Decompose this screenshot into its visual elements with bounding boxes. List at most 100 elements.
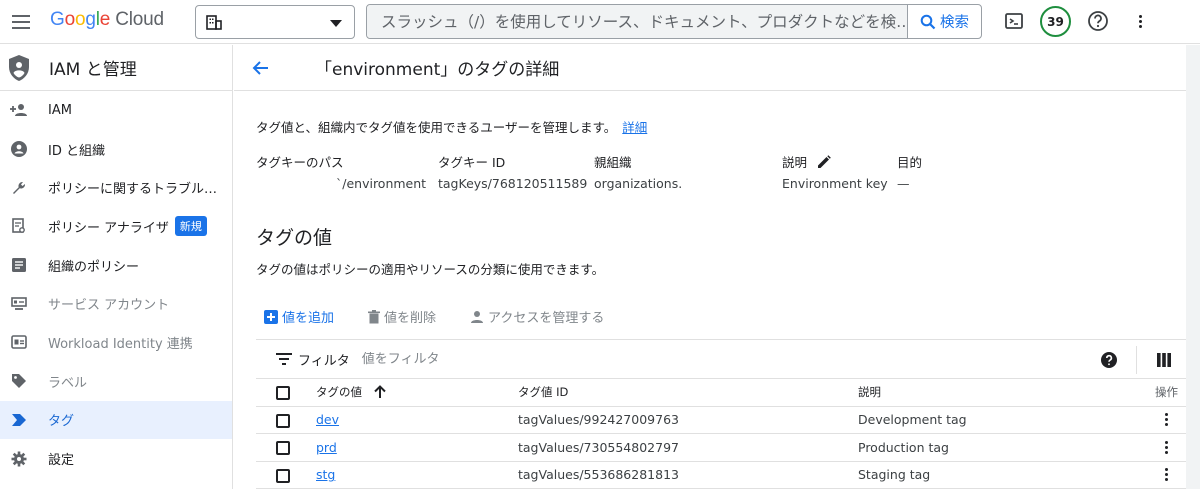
- person-add-icon: [10, 101, 28, 119]
- scrollbar[interactable]: [1186, 45, 1200, 489]
- filter-button[interactable]: フィルタ: [276, 350, 350, 369]
- google-cloud-logo[interactable]: Google Cloud: [50, 9, 164, 31]
- policy-analyzer-icon: [10, 217, 28, 235]
- tag-value-desc: Development tag: [858, 406, 1146, 434]
- sort-arrow-up-icon: [373, 385, 386, 399]
- table-row: dev tagValues/992427009763 Development tag: [256, 406, 1186, 434]
- sidebar-item-9[interactable]: 設定: [0, 439, 232, 478]
- table-header-row: タグの値 タグ値 ID 説明 操作: [256, 379, 1186, 407]
- row-checkbox[interactable]: [276, 468, 290, 483]
- sidebar-item-3[interactable]: ポリシー アナライザ 新規: [0, 207, 232, 246]
- project-selector[interactable]: [195, 5, 355, 39]
- sidebar-item-label: サービス アカウント: [48, 298, 170, 314]
- filter-input[interactable]: [361, 351, 862, 367]
- filter-list-icon: [276, 353, 292, 365]
- column-display-icon[interactable]: [1154, 350, 1174, 370]
- add-value-button[interactable]: 値を追加: [264, 307, 334, 326]
- top-bar: Google Cloud 検索 39: [0, 0, 1200, 44]
- search-icon: [920, 14, 936, 29]
- detail-purpose: 目的 —: [897, 155, 923, 191]
- table-row: prd tagValues/730554802797 Production tag: [256, 433, 1186, 462]
- section-description: タグの値はポリシーの適用やリソースの分類に使用できます。: [256, 262, 605, 277]
- sidebar-item-6[interactable]: Workload Identity 連携: [0, 323, 232, 362]
- account-circle-icon: [10, 140, 28, 158]
- search-box: 検索: [366, 4, 982, 39]
- row-more-vert-icon[interactable]: [1160, 468, 1172, 482]
- tag-icon: [10, 411, 28, 429]
- label-icon: [10, 372, 28, 390]
- column-header-id[interactable]: タグ値 ID: [518, 379, 858, 407]
- sidebar-item-8[interactable]: タグ: [0, 400, 232, 440]
- page-title: 「environment」のタグの詳細: [315, 60, 560, 80]
- row-checkbox[interactable]: [276, 413, 290, 428]
- article-icon: [10, 256, 28, 274]
- sidebar-item-2[interactable]: ポリシーに関するトラブル…: [0, 168, 232, 207]
- gear-icon: [10, 450, 28, 468]
- section-title: タグの値: [256, 227, 333, 249]
- table-row: stg tagValues/553686281813 Staging tag: [256, 461, 1186, 489]
- service-account-icon: [10, 295, 28, 313]
- column-header-value[interactable]: タグの値: [316, 379, 518, 407]
- sidebar: IAM と管理 IAM ID と組織 ポリシーに関するトラブル… ポリシー アナライザ…: [0, 45, 233, 489]
- detail-parent-org: 親組織 organizations.: [594, 155, 683, 191]
- sidebar-item-label: ID と組織: [48, 143, 105, 159]
- main-content: 「environment」のタグの詳細 タグ値と、組織内でタグ値を使用できるユー…: [234, 45, 1200, 489]
- row-more-vert-icon[interactable]: [1160, 413, 1172, 427]
- sidebar-item-label: 組織のポリシー: [48, 259, 140, 275]
- sidebar-item-label: ラベル: [48, 375, 88, 391]
- help-circle-icon[interactable]: [1099, 350, 1119, 370]
- detail-tag-key-id: タグキー ID tagKeys/768120511589: [438, 155, 588, 191]
- sidebar-item-0[interactable]: IAM: [0, 91, 232, 130]
- tag-value-id: tagValues/730554802797: [518, 433, 858, 462]
- sidebar-item-1[interactable]: ID と組織: [0, 130, 232, 169]
- menu-icon[interactable]: [10, 11, 32, 33]
- person-icon: [471, 310, 484, 323]
- tag-value-desc: Production tag: [858, 433, 1146, 462]
- sidebar-header: IAM と管理: [0, 45, 232, 91]
- new-badge: 新規: [174, 216, 207, 237]
- tag-value-id: tagValues/553686281813: [518, 461, 858, 489]
- tag-values-table: タグの値 タグ値 ID 説明 操作 dev tagValues/992427009…: [256, 379, 1186, 489]
- filter-bar: フィルタ: [256, 339, 1186, 379]
- sidebar-item-4[interactable]: 組織のポリシー: [0, 246, 232, 285]
- wrench-icon: [10, 179, 28, 197]
- help-icon[interactable]: [1086, 9, 1110, 33]
- divider: [1136, 346, 1137, 374]
- sidebar-item-label: 設定: [48, 453, 75, 469]
- detail-description: 説明 Environment key: [782, 155, 888, 191]
- column-header-desc[interactable]: 説明: [858, 379, 1146, 407]
- id-card-icon: [10, 333, 28, 351]
- sidebar-item-label: ポリシー アナライザ: [48, 220, 169, 236]
- chevron-down-icon: [330, 20, 342, 27]
- column-header-ops: 操作: [1146, 379, 1186, 407]
- delete-value-button[interactable]: 値を削除: [368, 307, 436, 326]
- search-button-label: 検索: [940, 15, 969, 31]
- tag-value-link[interactable]: dev: [316, 412, 339, 427]
- row-more-vert-icon[interactable]: [1160, 440, 1172, 454]
- cloud-shell-icon[interactable]: [1002, 9, 1026, 33]
- search-button[interactable]: 検索: [907, 5, 981, 38]
- select-all-checkbox[interactable]: [276, 385, 290, 400]
- trash-icon: [368, 309, 381, 323]
- tag-value-link[interactable]: prd: [316, 440, 337, 455]
- sidebar-item-5[interactable]: サービス アカウント: [0, 284, 232, 323]
- tag-value-link[interactable]: stg: [316, 467, 335, 482]
- tag-value-id: tagValues/992427009763: [518, 406, 858, 434]
- back-arrow-icon[interactable]: [249, 56, 273, 80]
- sidebar-item-7[interactable]: ラベル: [0, 362, 232, 401]
- row-checkbox[interactable]: [276, 441, 290, 455]
- sidebar-item-label: Workload Identity 連携: [48, 336, 193, 352]
- shield-icon: [9, 54, 29, 81]
- notifications-badge[interactable]: 39: [1040, 6, 1071, 37]
- search-input[interactable]: [367, 5, 907, 38]
- sidebar-item-label: IAM: [48, 102, 72, 118]
- sidebar-title: IAM と管理: [49, 60, 137, 80]
- page-description: タグ値と、組織内でタグ値を使用できるユーザーを管理します。 詳細: [256, 120, 648, 135]
- manage-access-button[interactable]: アクセスを管理する: [470, 307, 604, 326]
- detail-tag-key-path: タグキーのパス `/environment: [256, 155, 427, 191]
- add-box-icon: [264, 309, 278, 324]
- tag-value-desc: Staging tag: [858, 461, 1146, 489]
- learn-more-link[interactable]: 詳細: [622, 120, 647, 135]
- edit-icon[interactable]: [817, 155, 831, 169]
- more-vert-icon[interactable]: [1128, 9, 1152, 33]
